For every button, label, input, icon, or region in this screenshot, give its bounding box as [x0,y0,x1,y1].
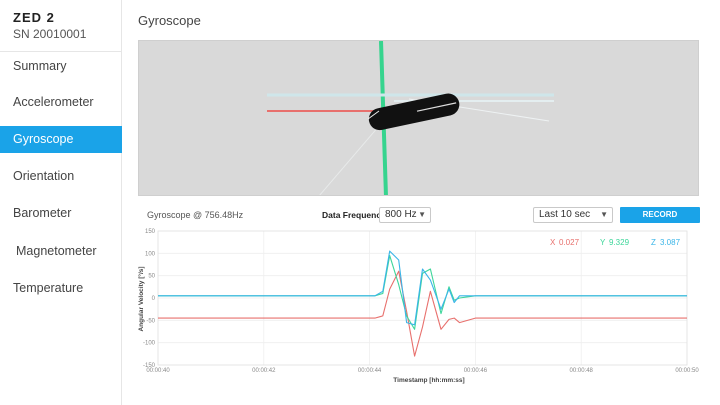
y-axis-title: Angular Velocity [°/s] [137,266,145,331]
y-tick-label: -50 [146,318,155,324]
readout-y-name: Y [600,238,606,247]
x-tick-label: 00:00:46 [464,368,488,374]
time-window-value: Last 10 sec [539,209,591,220]
chevron-down-icon: ▼ [600,210,608,219]
sidebar-item-temperature[interactable]: Temperature [0,275,122,302]
sidebar-item-accelerometer[interactable]: Accelerometer [0,89,122,116]
readout-x: X 0.027 [550,238,580,247]
series-line-z [158,250,687,326]
device-name: ZED 2 [13,10,55,25]
x-tick-label: 00:00:42 [252,368,276,374]
readout-x-name: X [550,238,556,247]
data-frequency-label: Data Frequency [322,210,386,220]
device-serial: SN 20010001 [13,27,87,41]
chevron-down-icon: ▼ [418,210,426,219]
y-tick-label: -100 [143,341,156,347]
chart-grid [157,230,688,366]
record-button[interactable]: RECORD [620,207,700,223]
readout-z-name: Z [651,238,656,247]
y-tick-label: 150 [145,229,156,235]
sidebar-item-barometer[interactable]: Barometer [0,200,122,227]
device-header: ZED 2 SN 20010001 [0,0,121,52]
chart-series [158,250,687,357]
ray-line-2 [319,125,380,195]
readout-z-value: 3.087 [660,238,681,247]
3d-scene [267,41,554,195]
y-tick-label: 50 [148,274,155,280]
readout-z: Z 3.087 [651,238,681,247]
y-tick-label: 0 [152,296,156,302]
sample-rate-label: Gyroscope @ 756.48Hz [147,210,244,220]
sidebar-item-gyroscope[interactable]: Gyroscope [0,126,122,153]
readout-y: Y 9.329 [600,238,630,247]
readout-y-value: 9.329 [609,238,630,247]
readout-x-value: 0.027 [559,238,580,247]
x-axis-title: Timestamp [hh:mm:ss] [393,377,464,384]
sidebar-item-orientation[interactable]: Orientation [0,163,122,190]
sidebar-item-summary[interactable]: Summary [0,53,122,80]
data-frequency-value: 800 Hz [385,209,417,220]
x-tick-label: 00:00:50 [675,368,699,374]
gyroscope-chart: 150100500-50-100-150 00:00:40 00:00:42 00:… [137,229,699,384]
y-tick-label: 100 [145,251,156,257]
time-window-select[interactable]: Last 10 sec ▼ [533,207,613,223]
sidebar-item-magnetometer[interactable]: Magnetometer [0,238,122,265]
series-line-x [158,270,687,357]
sidebar: ZED 2 SN 20010001 Summary Accelerometer … [0,0,122,405]
data-frequency-select[interactable]: 800 Hz ▼ [379,207,431,223]
x-tick-label: 00:00:40 [146,368,170,374]
page-title: Gyroscope [138,13,201,28]
x-tick-label: 00:00:44 [358,368,382,374]
app-window: ZED 2 SN 20010001 Summary Accelerometer … [0,0,720,405]
3d-orientation-viewport[interactable] [138,40,699,196]
x-tick-labels: 00:00:40 00:00:42 00:00:44 00:00:46 00:00:48… [146,368,699,374]
x-tick-label: 00:00:48 [570,368,594,374]
